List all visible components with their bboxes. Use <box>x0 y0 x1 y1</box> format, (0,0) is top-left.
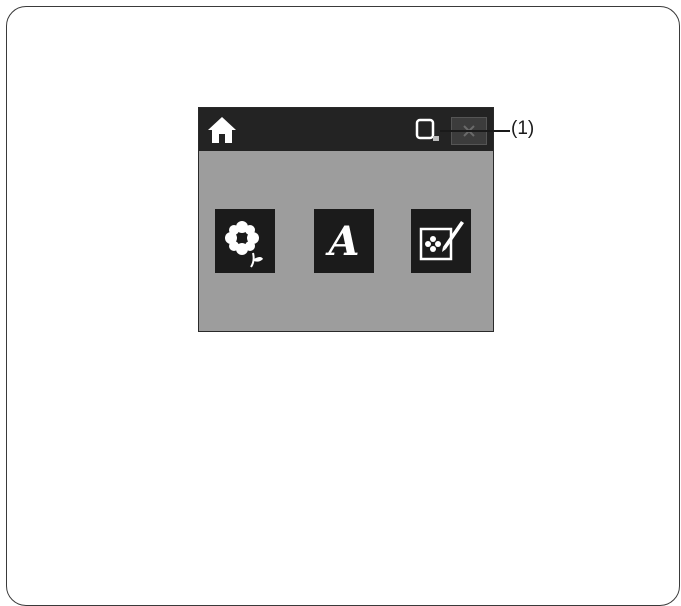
callout-label: (1) <box>511 118 535 139</box>
screen-preview-icon <box>415 118 439 141</box>
flower-pattern-icon <box>225 221 263 268</box>
edit-pattern-button[interactable] <box>411 209 471 273</box>
lettering-button[interactable]: A <box>314 209 374 273</box>
screen-preview-button[interactable] <box>413 116 441 144</box>
script-letter-a-icon: A <box>324 218 359 265</box>
home-icon <box>208 117 236 143</box>
svg-text:A: A <box>324 218 359 265</box>
lcd-screen: A <box>198 107 494 332</box>
home-button[interactable] <box>205 114 239 146</box>
built-in-pattern-button[interactable] <box>215 209 275 273</box>
edit-pattern-icon <box>419 221 464 261</box>
callout-leader-line <box>440 130 510 132</box>
